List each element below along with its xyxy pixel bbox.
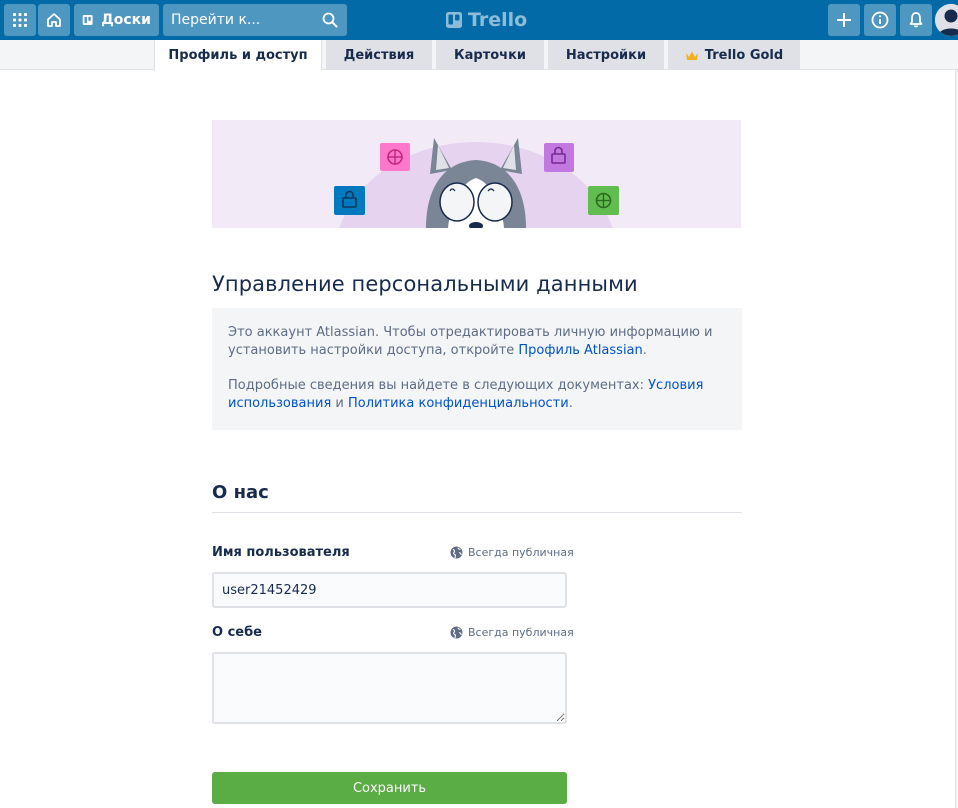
globe-icon xyxy=(450,546,463,559)
documents-info-paragraph: Подробные сведения вы найдете в следующи… xyxy=(228,377,726,413)
tab-label: Настройки xyxy=(565,47,647,63)
account-info-paragraph: Это аккаунт Atlassian. Чтобы отредактиро… xyxy=(228,324,726,360)
boards-label: Доски xyxy=(101,12,151,28)
tab-trello-gold[interactable]: Trello Gold xyxy=(668,40,800,70)
home-icon xyxy=(47,13,61,27)
search-icon[interactable] xyxy=(322,12,338,28)
info-text: Подробные сведения вы найдете в следующи… xyxy=(228,378,649,393)
bio-visibility-badge: Всегда публичная xyxy=(450,626,574,639)
visibility-text: Всегда публичная xyxy=(468,626,574,639)
atlassian-account-info-box: Это аккаунт Atlassian. Чтобы отредактиро… xyxy=(212,308,742,430)
privacy-banner-illustration xyxy=(212,120,741,228)
logo-text: Trello xyxy=(468,9,528,31)
bell-icon xyxy=(909,12,923,28)
bio-label: О себе xyxy=(212,625,262,640)
search-input[interactable] xyxy=(171,12,311,28)
notifications-button[interactable] xyxy=(900,4,932,36)
boards-icon xyxy=(82,15,93,25)
info-button[interactable] xyxy=(864,4,896,36)
tab-cards[interactable]: Карточки xyxy=(436,40,544,70)
trello-logo[interactable]: Trello xyxy=(446,8,527,32)
about-section-title: О нас xyxy=(212,482,269,503)
tab-label: Trello Gold xyxy=(704,47,784,63)
user-avatar-button[interactable] xyxy=(935,4,958,36)
info-text-end: . xyxy=(642,343,647,358)
tab-profile-and-access[interactable]: Профиль и доступ xyxy=(154,40,322,71)
username-label: Имя пользователя xyxy=(212,545,350,560)
apps-grid-button[interactable] xyxy=(4,4,36,36)
privacy-policy-link[interactable]: Политика конфиденциальности xyxy=(348,396,569,411)
info-text-end: . xyxy=(568,396,573,411)
page-title: Управление персональными данными xyxy=(212,272,638,296)
tab-settings[interactable]: Настройки xyxy=(548,40,664,70)
username-visibility-badge: Всегда публичная xyxy=(450,546,574,559)
create-button[interactable] xyxy=(828,4,860,36)
boards-button[interactable]: Доски xyxy=(74,4,159,36)
crown-icon xyxy=(685,51,698,60)
atlassian-profile-link[interactable]: Профиль Atlassian xyxy=(518,343,642,358)
user-avatar-icon xyxy=(935,4,958,36)
tab-label: Профиль и доступ xyxy=(168,48,308,63)
profile-tab-bar: Профиль и доступ Действия Карточки Настр… xyxy=(0,40,958,71)
tab-label: Действия xyxy=(343,47,415,63)
tab-label: Карточки xyxy=(453,47,527,63)
save-button[interactable]: Сохранить xyxy=(212,772,567,804)
husky-illustration xyxy=(334,138,619,228)
bio-textarea[interactable] xyxy=(212,652,567,724)
search-box[interactable] xyxy=(163,4,347,36)
home-button[interactable] xyxy=(38,4,70,36)
grid-icon xyxy=(13,13,27,27)
top-navigation-bar: Доски Trello xyxy=(0,0,958,40)
tab-activity[interactable]: Действия xyxy=(326,40,432,70)
info-icon xyxy=(871,11,889,29)
info-text-connector: и xyxy=(331,396,349,411)
username-input[interactable] xyxy=(212,572,567,608)
section-divider xyxy=(212,512,742,513)
globe-icon xyxy=(450,626,463,639)
visibility-text: Всегда публичная xyxy=(468,546,574,559)
plus-icon xyxy=(837,13,851,27)
trello-logo-icon xyxy=(446,12,462,28)
